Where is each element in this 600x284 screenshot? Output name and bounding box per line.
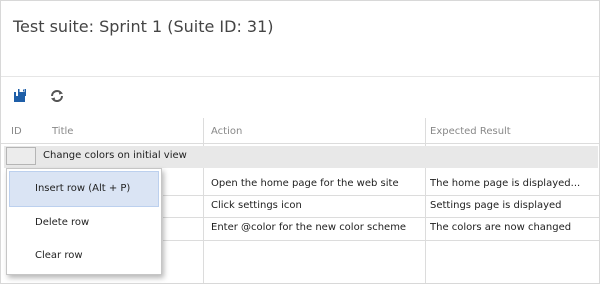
save-button[interactable] xyxy=(11,87,29,105)
grid-row-line xyxy=(163,195,599,196)
step-expected-result[interactable]: The home page is displayed... xyxy=(430,178,585,189)
grid-header-line xyxy=(1,143,599,144)
context-menu: Insert row (Alt + P) Delete row Clear ro… xyxy=(6,168,162,275)
menu-item-insert-row[interactable]: Insert row (Alt + P) xyxy=(9,171,159,207)
test-suite-panel: Test suite: Sprint 1 (Suite ID: 31) ID T… xyxy=(0,0,600,284)
step-expected-result[interactable]: The colors are now changed xyxy=(430,222,595,233)
step-action[interactable]: Open the home page for the web site xyxy=(211,178,421,189)
step-action[interactable]: Click settings icon xyxy=(211,200,421,211)
grid-row-line xyxy=(163,240,599,241)
column-header-id[interactable]: ID xyxy=(11,126,22,137)
step-action[interactable]: Enter @color for the new color scheme xyxy=(211,222,421,233)
column-header-expected-result[interactable]: Expected Result xyxy=(430,126,511,137)
grid-column-divider xyxy=(425,118,426,283)
menu-item-clear-row[interactable]: Clear row xyxy=(9,238,159,274)
column-header-action[interactable]: Action xyxy=(211,126,242,137)
menu-item-delete-row[interactable]: Delete row xyxy=(9,205,159,241)
step-expected-result[interactable]: Settings page is displayed xyxy=(430,200,595,211)
refresh-icon xyxy=(51,90,63,102)
divider xyxy=(1,76,599,77)
row-id-cell[interactable] xyxy=(6,147,36,165)
column-header-title[interactable]: Title xyxy=(52,126,73,137)
grid-row-line xyxy=(163,217,599,218)
grid-column-divider xyxy=(203,118,204,283)
refresh-button[interactable] xyxy=(48,87,66,105)
test-case-title[interactable]: Change colors on initial view xyxy=(43,150,203,161)
save-icon xyxy=(14,89,26,102)
page-title: Test suite: Sprint 1 (Suite ID: 31) xyxy=(13,17,274,36)
